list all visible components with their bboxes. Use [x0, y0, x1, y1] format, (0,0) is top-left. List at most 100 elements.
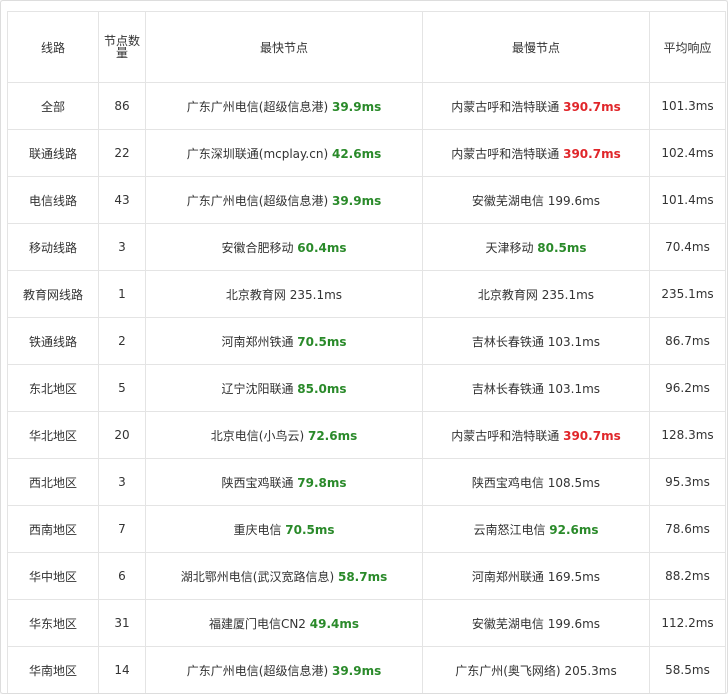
- slowest-node-name: 内蒙古呼和浩特联通: [451, 428, 560, 443]
- fastest-node-name: 重庆电信: [233, 522, 282, 537]
- slowest-node-latency: 103.1ms: [547, 381, 601, 396]
- node-count-cell: 20: [98, 411, 146, 459]
- line-cell: 华东地区: [7, 599, 99, 647]
- table-body: 全部 86 广东广州电信(超级信息港) 39.9ms 内蒙古呼和浩特联通 390.7m…: [7, 82, 726, 693]
- header-fastest-node: 最快节点: [145, 11, 423, 83]
- slowest-node-name: 内蒙古呼和浩特联通: [451, 99, 560, 114]
- average-response-cell: 101.3ms: [649, 82, 726, 130]
- fastest-node-cell: 广东广州电信(超级信息港) 39.9ms: [145, 646, 423, 693]
- fastest-node-name: 河南郑州铁通: [221, 334, 294, 349]
- average-response-cell: 88.2ms: [649, 552, 726, 600]
- slowest-node-name: 安徽芜湖电信: [471, 616, 544, 631]
- node-latency-table: 线路 节点数 量 最快节点 最慢节点 平均响应 全部 86 广东广州电信(超级信息港…: [7, 11, 726, 693]
- table-row: 联通线路 22 广东深圳联通(mcplay.cn) 42.6ms 内蒙古呼和浩特联通 …: [7, 129, 726, 177]
- slowest-node-name: 天津移动: [485, 240, 534, 255]
- fastest-node-cell: 广东广州电信(超级信息港) 39.9ms: [145, 82, 423, 130]
- average-response-cell: 58.5ms: [649, 646, 726, 693]
- fastest-node-latency: 60.4ms: [297, 240, 347, 255]
- slowest-node-name: 河南郑州联通: [471, 569, 544, 584]
- fastest-node-cell: 湖北鄂州电信(武汉宽路信息) 58.7ms: [145, 552, 423, 600]
- average-response-cell: 86.7ms: [649, 317, 726, 365]
- node-count-cell: 14: [98, 646, 146, 693]
- node-count-cell: 5: [98, 364, 146, 412]
- node-count-cell: 22: [98, 129, 146, 177]
- line-cell: 移动线路: [7, 223, 99, 271]
- fastest-node-name: 陕西宝鸡联通: [221, 475, 294, 490]
- fastest-node-latency: 39.9ms: [331, 99, 382, 114]
- slowest-node-cell: 安徽芜湖电信 199.6ms: [422, 176, 650, 224]
- slowest-node-latency: 92.6ms: [549, 522, 599, 537]
- table-header-row: 线路 节点数 量 最快节点 最慢节点 平均响应: [7, 11, 726, 83]
- fastest-node-name: 广东广州电信(超级信息港): [186, 663, 329, 678]
- table-row: 东北地区 5 辽宁沈阳联通 85.0ms 吉林长春铁通 103.1ms 96.2ms: [7, 364, 726, 412]
- fastest-node-latency: 42.6ms: [331, 146, 382, 161]
- slowest-node-latency: 390.7ms: [563, 428, 621, 443]
- slowest-node-latency: 205.3ms: [564, 663, 617, 678]
- node-count-cell: 2: [98, 317, 146, 365]
- header-node-count-line2: 量: [115, 45, 128, 60]
- slowest-node-latency: 235.1ms: [541, 287, 595, 302]
- fastest-node-name: 辽宁沈阳联通: [221, 381, 294, 396]
- fastest-node-latency: 85.0ms: [297, 381, 347, 396]
- slowest-node-cell: 内蒙古呼和浩特联通 390.7ms: [422, 411, 650, 459]
- fastest-node-latency: 70.5ms: [285, 522, 335, 537]
- slowest-node-name: 陕西宝鸡电信: [471, 475, 544, 490]
- line-cell: 全部: [7, 82, 99, 130]
- node-count-cell: 6: [98, 552, 146, 600]
- slowest-node-cell: 云南怒江电信 92.6ms: [422, 505, 650, 553]
- node-count-cell: 7: [98, 505, 146, 553]
- slowest-node-name: 内蒙古呼和浩特联通: [451, 146, 560, 161]
- fastest-node-latency: 79.8ms: [297, 475, 347, 490]
- fastest-node-latency: 49.4ms: [309, 616, 360, 631]
- average-response-cell: 128.3ms: [649, 411, 726, 459]
- slowest-node-name: 安徽芜湖电信: [471, 193, 544, 208]
- slowest-node-latency: 169.5ms: [547, 569, 601, 584]
- slowest-node-cell: 陕西宝鸡电信 108.5ms: [422, 458, 650, 506]
- node-count-cell: 1: [98, 270, 146, 318]
- fastest-node-cell: 北京电信(小鸟云) 72.6ms: [145, 411, 423, 459]
- slowest-node-cell: 河南郑州联通 169.5ms: [422, 552, 650, 600]
- line-cell: 西北地区: [7, 458, 99, 506]
- slowest-node-latency: 199.6ms: [547, 193, 601, 208]
- slowest-node-cell: 安徽芜湖电信 199.6ms: [422, 599, 650, 647]
- slowest-node-name: 云南怒江电信: [473, 522, 546, 537]
- line-cell: 华北地区: [7, 411, 99, 459]
- fastest-node-name: 北京教育网: [225, 287, 286, 302]
- fastest-node-name: 广东深圳联通(mcplay.cn): [186, 146, 329, 161]
- table-row: 电信线路 43 广东广州电信(超级信息港) 39.9ms 安徽芜湖电信 199.6ms…: [7, 176, 726, 224]
- average-response-cell: 101.4ms: [649, 176, 726, 224]
- fastest-node-latency: 235.1ms: [289, 287, 343, 302]
- line-cell: 联通线路: [7, 129, 99, 177]
- line-cell: 西南地区: [7, 505, 99, 553]
- fastest-node-name: 湖北鄂州电信(武汉宽路信息): [180, 569, 335, 584]
- table-row: 西北地区 3 陕西宝鸡联通 79.8ms 陕西宝鸡电信 108.5ms 95.3ms: [7, 458, 726, 506]
- table-row: 华东地区 31 福建厦门电信CN2 49.4ms 安徽芜湖电信 199.6ms 112.…: [7, 599, 726, 647]
- table-row: 铁通线路 2 河南郑州铁通 70.5ms 吉林长春铁通 103.1ms 86.7ms: [7, 317, 726, 365]
- average-response-cell: 96.2ms: [649, 364, 726, 412]
- slowest-node-latency: 80.5ms: [537, 240, 587, 255]
- slowest-node-latency: 103.1ms: [547, 334, 601, 349]
- average-response-cell: 95.3ms: [649, 458, 726, 506]
- slowest-node-latency: 199.6ms: [547, 616, 601, 631]
- node-count-cell: 86: [98, 82, 146, 130]
- average-response-cell: 235.1ms: [649, 270, 726, 318]
- average-response-cell: 112.2ms: [649, 599, 726, 647]
- fastest-node-latency: 39.9ms: [331, 663, 382, 678]
- line-cell: 电信线路: [7, 176, 99, 224]
- average-response-cell: 102.4ms: [649, 129, 726, 177]
- table-row: 华北地区 20 北京电信(小鸟云) 72.6ms 内蒙古呼和浩特联通 390.7ms 1…: [7, 411, 726, 459]
- table-row: 西南地区 7 重庆电信 70.5ms 云南怒江电信 92.6ms 78.6ms: [7, 505, 726, 553]
- table-row: 全部 86 广东广州电信(超级信息港) 39.9ms 内蒙古呼和浩特联通 390.7m…: [7, 82, 726, 130]
- fastest-node-cell: 北京教育网 235.1ms: [145, 270, 423, 318]
- fastest-node-name: 安徽合肥移动: [221, 240, 294, 255]
- header-average-response: 平均响应: [649, 11, 726, 83]
- slowest-node-name: 吉林长春铁通: [471, 334, 544, 349]
- fastest-node-cell: 广东深圳联通(mcplay.cn) 42.6ms: [145, 129, 423, 177]
- node-count-cell: 3: [98, 458, 146, 506]
- fastest-node-latency: 39.9ms: [331, 193, 382, 208]
- fastest-node-name: 广东广州电信(超级信息港): [186, 193, 329, 208]
- table-row: 移动线路 3 安徽合肥移动 60.4ms 天津移动 80.5ms 70.4ms: [7, 223, 726, 271]
- table-row: 华中地区 6 湖北鄂州电信(武汉宽路信息) 58.7ms 河南郑州联通 169.5ms…: [7, 552, 726, 600]
- header-slowest-node: 最慢节点: [422, 11, 650, 83]
- slowest-node-latency: 390.7ms: [563, 99, 621, 114]
